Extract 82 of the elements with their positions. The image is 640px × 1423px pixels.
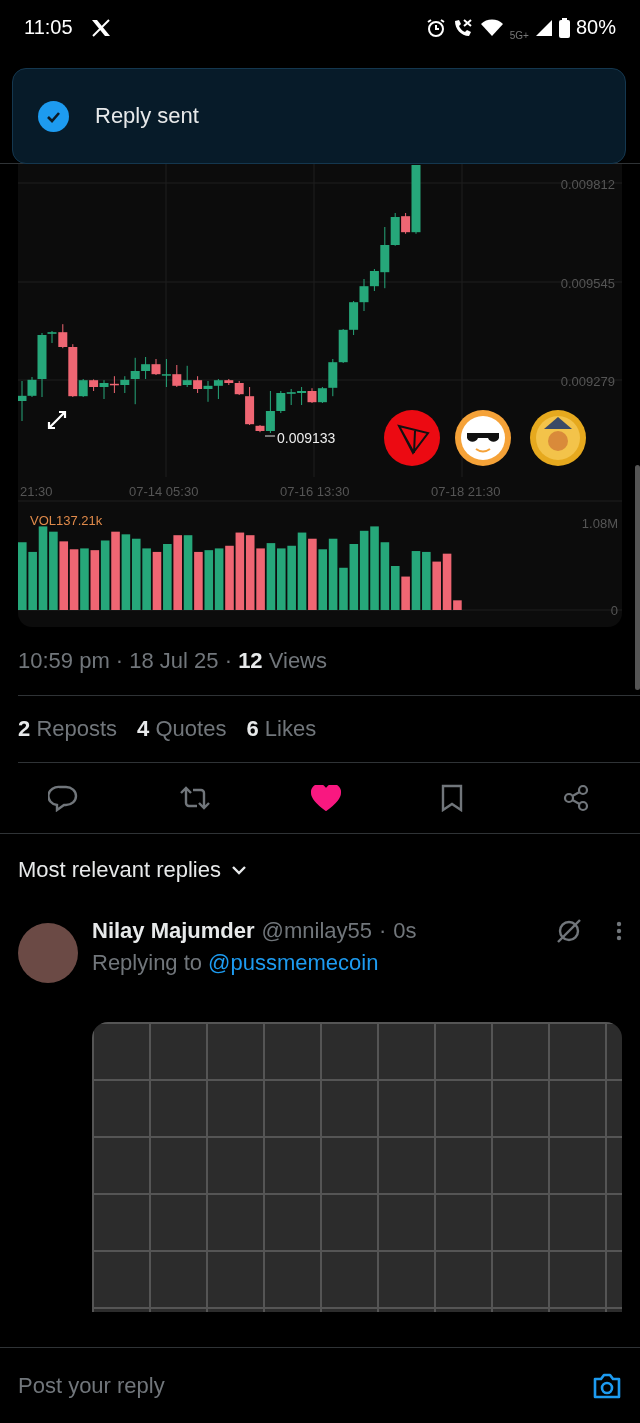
alarm-icon (425, 17, 446, 38)
separator-dot: · (379, 918, 387, 944)
price-label: 0.009279 (560, 374, 615, 389)
engagement-stat[interactable]: 6 Likes (246, 716, 317, 742)
post-time: 0s (393, 918, 417, 944)
volume-bar (194, 551, 203, 610)
candlestick (109, 375, 119, 394)
low-price-label: 0.009133 (277, 430, 336, 446)
user-handle[interactable]: @mnilay55 (261, 918, 372, 944)
replying-to-text: Replying to (92, 950, 203, 976)
time-axis-label: 07-14 05:30 (129, 484, 199, 499)
candlestick (297, 386, 307, 406)
engagement-stat[interactable]: 4 Quotes (137, 716, 227, 742)
volume-bar (287, 545, 296, 610)
volume-bar (142, 548, 151, 610)
user-name[interactable]: Nilay Majumder (92, 918, 255, 944)
volume-axis-label: 0 (610, 603, 618, 618)
volume-label: VOL137.21k (30, 513, 103, 528)
network-type: 5G+ (509, 30, 529, 41)
candlestick (182, 365, 192, 388)
volume-bar (214, 548, 224, 610)
bookmark-button[interactable] (440, 784, 463, 812)
volume-bar (163, 544, 172, 610)
reply-input-field[interactable]: Post your reply (18, 1372, 592, 1399)
cat-coin-icon (530, 410, 586, 466)
time-axis-label: 07-18 21:30 (431, 484, 501, 499)
price-label: 0.009812 (560, 177, 615, 192)
post-timestamp: 10:59 pm · 18 Jul 25 · 12 Views (18, 648, 327, 674)
volume-bar (266, 543, 276, 610)
volume-bar (80, 548, 89, 610)
volume-bar (422, 551, 431, 610)
volume-bar (308, 538, 317, 610)
volume-bar (18, 542, 27, 610)
volume-bar (152, 551, 162, 610)
x-logo-icon (90, 18, 111, 37)
battery-level: 80% (575, 16, 616, 39)
volume-bar (204, 550, 214, 610)
engagement-stat[interactable]: 2 Reposts (18, 716, 118, 742)
volume-bar (318, 549, 328, 610)
volume-bar (28, 551, 37, 610)
share-button[interactable] (562, 784, 590, 812)
triangle-coin-icon (384, 410, 440, 466)
candlestick (307, 387, 317, 404)
candlestick (286, 388, 296, 406)
sort-dropdown[interactable]: Most relevant replies (18, 857, 221, 883)
candlestick (193, 375, 203, 394)
sunglasses-coin-icon (455, 410, 511, 466)
candlestick (359, 278, 369, 312)
volume-bar (69, 549, 79, 610)
volume-bar (432, 561, 441, 610)
price-label: 0.009545 (560, 276, 615, 291)
price-marker (264, 435, 276, 437)
volume-bar (131, 538, 141, 610)
volume-bar (100, 540, 110, 610)
wifi-icon (479, 18, 504, 37)
volume-bar (90, 550, 100, 610)
more-options-icon[interactable] (616, 921, 622, 941)
signal-icon (534, 18, 553, 37)
like-button[interactable] (311, 785, 341, 811)
chevron-down-icon[interactable] (231, 865, 247, 875)
camera-icon[interactable] (592, 1372, 622, 1399)
slashed-circle-icon[interactable] (556, 918, 582, 944)
volume-axis-label: 1.08M (581, 516, 618, 531)
time-axis-label: 21:30 (20, 484, 53, 499)
volume-bar (256, 548, 265, 610)
scrollbar[interactable] (635, 465, 640, 690)
battery-icon (558, 17, 570, 38)
candlestick (203, 380, 213, 403)
toast-message: Reply sent (95, 103, 199, 129)
candlestick (349, 300, 359, 336)
expand-icon[interactable] (47, 410, 67, 430)
volume-bar (59, 541, 69, 610)
volume-bar (277, 548, 286, 610)
candlestick (172, 364, 182, 388)
avatar[interactable] (18, 923, 78, 983)
volume-bar (225, 545, 234, 610)
reply-button[interactable] (48, 784, 78, 812)
candlestick (338, 328, 348, 364)
time-axis-label: 07-16 13:30 (280, 484, 350, 499)
mention-link[interactable]: @pussmemecoin (208, 950, 379, 976)
clock-time: 11:05 (24, 16, 73, 39)
check-circle-icon (38, 100, 69, 132)
